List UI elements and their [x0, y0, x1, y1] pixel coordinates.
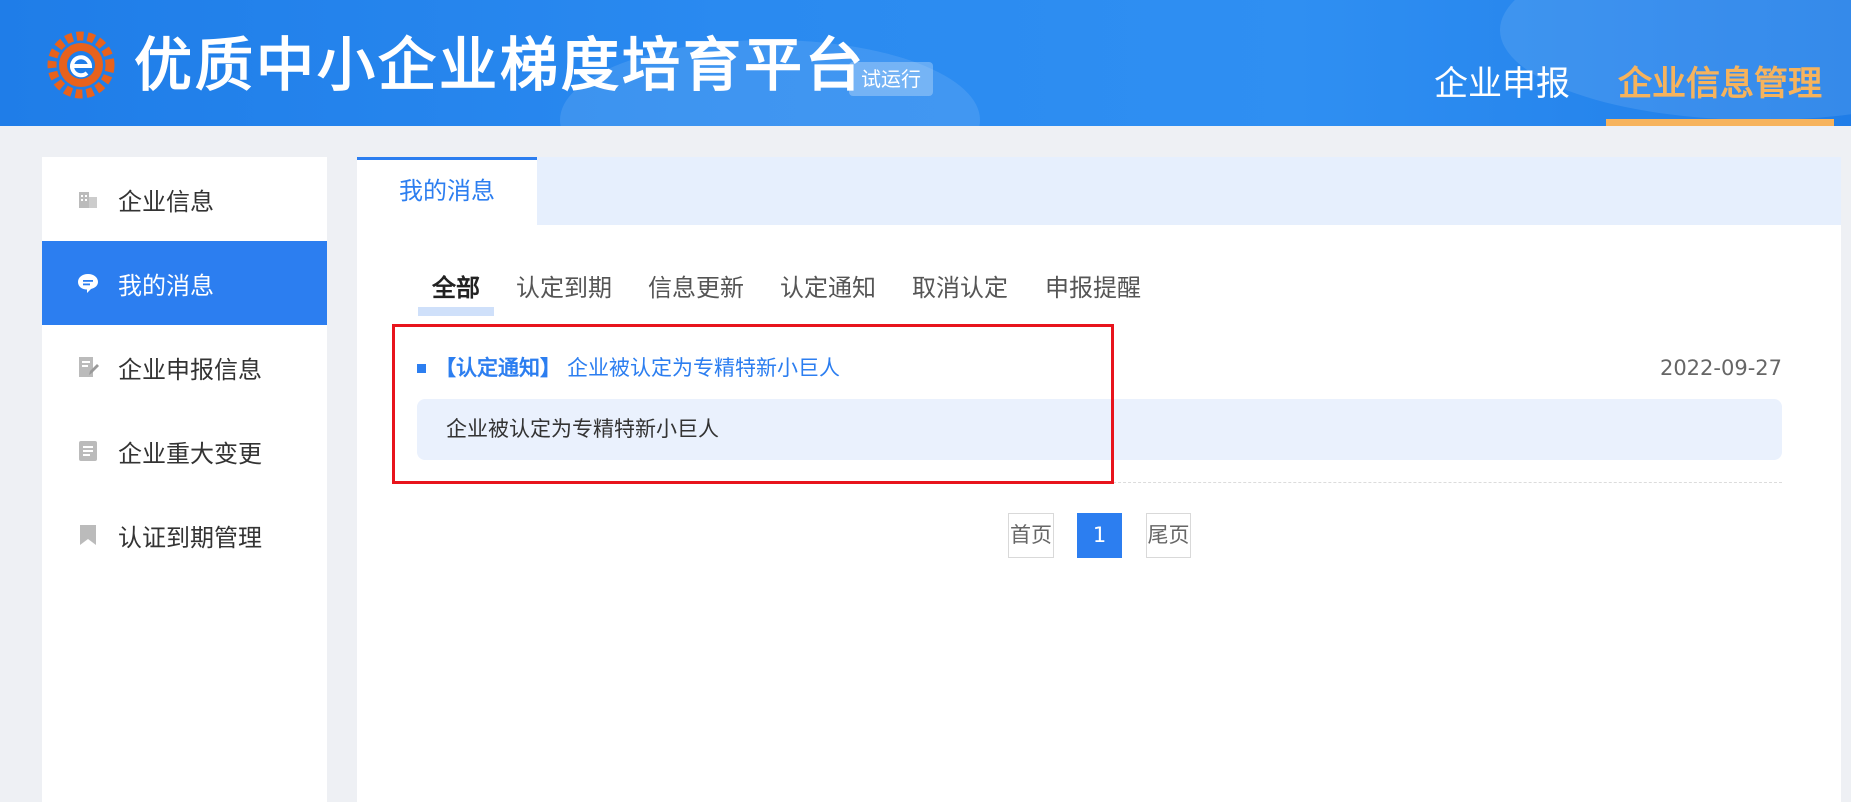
bookmark-icon — [76, 523, 100, 547]
filter-cert-notice[interactable]: 认定通知 — [780, 270, 876, 306]
sidebar-item-enterprise-info[interactable]: 企业信息 — [42, 157, 327, 241]
sidebar-item-label: 企业信息 — [118, 187, 214, 216]
highlight-annotation-box — [392, 324, 1114, 484]
filter-all[interactable]: 全部 — [418, 270, 494, 316]
site-header: 优质中小企业梯度培育平台 试运行 企业申报 企业信息管理 — [0, 0, 1851, 126]
sidebar-item-major-changes[interactable]: 企业重大变更 — [42, 409, 327, 493]
nav-enterprise-info-management[interactable]: 企业信息管理 — [1606, 0, 1834, 126]
sidebar-item-label: 企业重大变更 — [118, 439, 262, 468]
filter-info-update[interactable]: 信息更新 — [648, 270, 744, 306]
sidebar-item-label: 我的消息 — [118, 271, 214, 300]
edit-document-icon — [76, 355, 100, 379]
sidebar-item-certification-expiry[interactable]: 认证到期管理 — [42, 493, 327, 577]
pagination-last-button[interactable]: 尾页 — [1146, 513, 1191, 558]
filter-report-reminder[interactable]: 申报提醒 — [1045, 270, 1141, 306]
document-icon — [76, 439, 100, 463]
pagination-first-button[interactable]: 首页 — [1008, 513, 1054, 558]
sidebar-item-label: 企业申报信息 — [118, 355, 262, 384]
platform-logo-icon — [47, 31, 115, 99]
tab-bar: 我的消息 — [357, 157, 1841, 225]
trial-badge: 试运行 — [849, 62, 933, 96]
filter-cert-expiry[interactable]: 认定到期 — [516, 270, 612, 306]
filter-cancel-cert[interactable]: 取消认定 — [912, 270, 1008, 306]
pagination-page-button[interactable]: 1 — [1077, 513, 1122, 558]
sidebar-item-label: 认证到期管理 — [118, 523, 262, 552]
nav-enterprise-report[interactable]: 企业申报 — [1434, 0, 1570, 126]
tab-my-messages[interactable]: 我的消息 — [357, 157, 537, 225]
sidebar-item-enterprise-report-info[interactable]: 企业申报信息 — [42, 325, 327, 409]
message-icon — [76, 271, 100, 295]
sidebar-item-my-messages[interactable]: 我的消息 — [42, 241, 327, 325]
building-icon — [76, 187, 100, 211]
site-title: 优质中小企业梯度培育平台 — [134, 31, 867, 99]
message-date: 2022-09-27 — [1659, 356, 1782, 380]
sidebar: 企业信息 我的消息 企业申报信息 企业重大变更 认证到期管理 — [42, 157, 327, 802]
